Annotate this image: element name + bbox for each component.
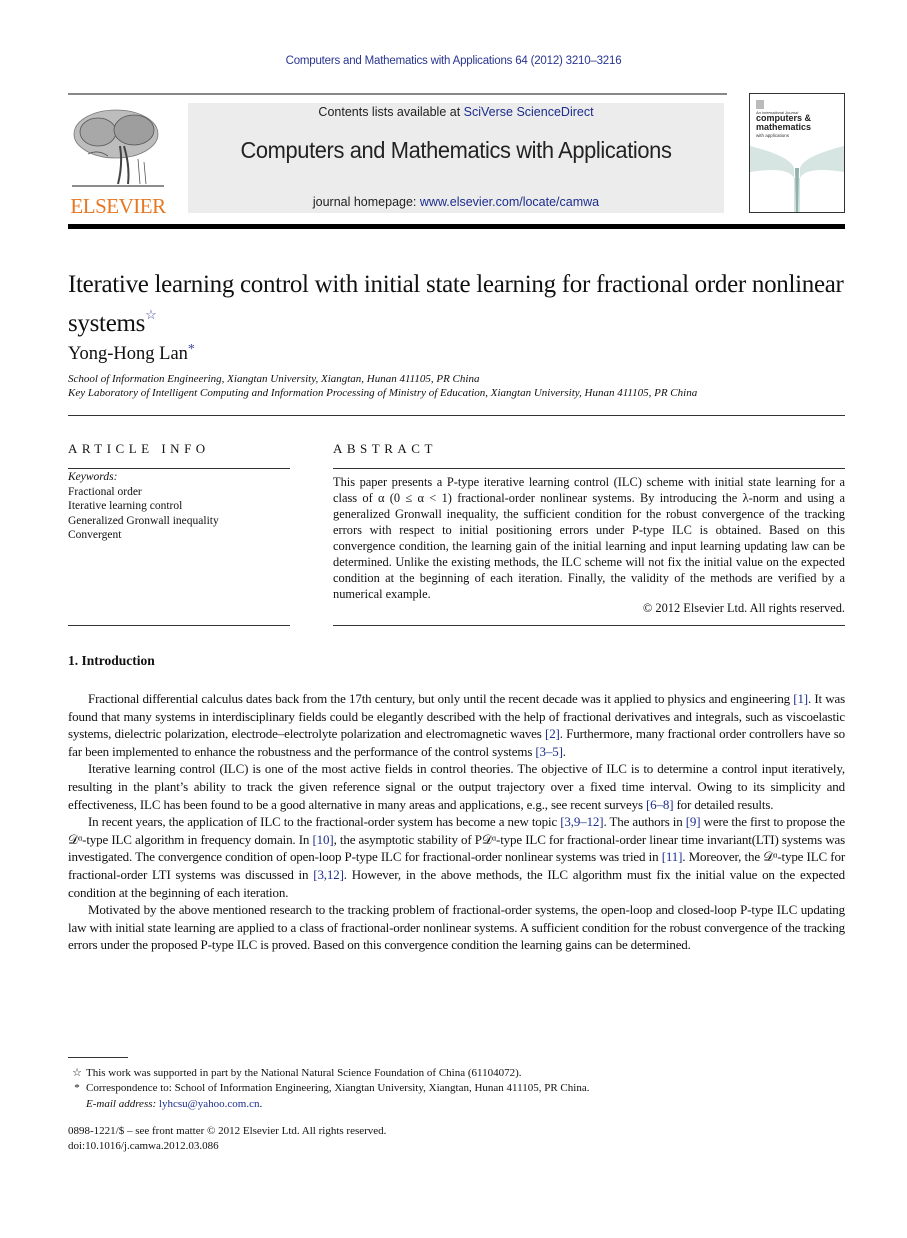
elsevier-tree-icon	[72, 109, 164, 187]
keywords-label: Keywords:	[68, 471, 118, 483]
citation-link[interactable]: [2]	[545, 726, 560, 741]
keyword: Fractional order	[68, 485, 142, 498]
doi-link[interactable]: doi:10.1016/j.camwa.2012.03.086	[68, 1140, 219, 1152]
citation-link[interactable]: [3,9–12]	[560, 814, 603, 829]
author-footnote-mark[interactable]: *	[188, 342, 195, 357]
cover-artwork-icon	[750, 146, 844, 212]
author-name[interactable]: Yong-Hong Lan	[68, 344, 188, 364]
article-info-bottom-rule	[68, 625, 290, 626]
header-bottom-rule	[68, 224, 845, 229]
article-info-rule	[68, 468, 290, 469]
journal-banner: Contents lists available at SciVerse Sci…	[188, 103, 724, 213]
paragraph-text: for detailed results.	[673, 796, 774, 812]
abstract-rule	[333, 468, 845, 469]
citation-link[interactable]: [11]	[662, 849, 683, 864]
journal-cover-thumbnail[interactable]: An International Journal computers & mat…	[749, 93, 845, 213]
abstract-copyright: © 2012 Elsevier Ltd. All rights reserved…	[642, 601, 845, 615]
issn-line: 0898-1221/$ – see front matter © 2012 El…	[68, 1125, 387, 1137]
email-label: E-mail address:	[86, 1098, 159, 1110]
paragraph-text: .	[562, 743, 566, 759]
contents-availability: Contents lists available at SciVerse Sci…	[188, 105, 724, 119]
footnote-rule	[68, 1057, 128, 1058]
citation-link[interactable]: [10]	[313, 832, 334, 847]
citation-link[interactable]: [1]	[793, 691, 808, 706]
elsevier-wordmark: ELSEVIER	[70, 194, 166, 218]
section-heading-introduction: 1. Introduction	[68, 653, 155, 668]
footnote-text: Correspondence to: School of Information…	[86, 1082, 590, 1094]
keyword: Convergent	[68, 529, 122, 541]
keywords-block: Keywords: Fractional order Iterative lea…	[68, 470, 219, 543]
cover-title-line2: mathematics	[756, 122, 812, 132]
paragraph: In recent years, the application of ILC …	[68, 813, 845, 901]
abstract-text: This paper presents a P-type iterative l…	[333, 475, 845, 601]
paragraph: Fractional differential calculus dates b…	[68, 690, 845, 760]
journal-reference[interactable]: Computers and Mathematics with Applicati…	[0, 55, 907, 67]
paragraph-text: Fractional differential calculus dates b…	[88, 691, 794, 706]
contents-prefix: Contents lists available at	[318, 105, 464, 119]
title-footnote-mark[interactable]: ☆	[145, 307, 157, 322]
citation-link[interactable]: [3,12]	[313, 867, 344, 882]
abstract-heading: ABSTRACT	[333, 441, 437, 456]
paragraph-text: In recent years, the application of ILC …	[88, 814, 561, 830]
footnote-mark: ☆	[72, 1067, 82, 1079]
paragraph-text: Motivated by the above mentioned researc…	[68, 902, 845, 953]
header-top-rule	[68, 93, 727, 95]
citation-link[interactable]: [6–8]	[646, 797, 674, 812]
article-title: Iterative learning control with initial …	[68, 270, 848, 339]
divider	[68, 415, 845, 416]
introduction-body: Fractional differential calculus dates b…	[68, 690, 845, 954]
affiliation-1: School of Information Engineering, Xiang…	[68, 373, 480, 385]
keyword: Iterative learning control	[68, 500, 183, 512]
paragraph: Motivated by the above mentioned researc…	[68, 901, 845, 954]
author: Yong-Hong Lan*	[68, 342, 195, 365]
homepage-link[interactable]: www.elsevier.com/locate/camwa	[420, 195, 599, 209]
journal-homepage: journal homepage: www.elsevier.com/locat…	[188, 195, 724, 209]
journal-title: Computers and Mathematics with Applicati…	[240, 137, 672, 163]
citation-link[interactable]: [9]	[686, 814, 701, 829]
email-suffix: .	[259, 1098, 263, 1110]
article-title-text: Iterative learning control with initial …	[68, 271, 844, 337]
footnote-correspondence: * Correspondence to: School of Informatio…	[68, 1082, 589, 1094]
footnote-funding: ☆ This work was supported in part by the …	[68, 1066, 522, 1079]
footnote-mark: *	[74, 1082, 80, 1094]
article-info-heading: ARTICLE INFO	[68, 441, 210, 456]
cover-publisher-icon	[756, 100, 764, 109]
paragraph-text: . The authors in	[603, 814, 686, 830]
sciencedirect-link[interactable]: SciVerse ScienceDirect	[464, 105, 594, 119]
footnote-email: E-mail address: lyhcsu@yahoo.com.cn.	[68, 1098, 262, 1110]
abstract-bottom-rule	[333, 625, 845, 626]
homepage-prefix: journal homepage:	[312, 195, 420, 209]
elsevier-logo[interactable]: ELSEVIER	[68, 104, 168, 218]
citation-link[interactable]: [3–5]	[535, 744, 563, 759]
footnote-text: This work was supported in part by the N…	[86, 1067, 522, 1079]
affiliation-2: Key Laboratory of Intelligent Computing …	[68, 387, 698, 399]
email-link[interactable]: lyhcsu@yahoo.com.cn	[159, 1098, 260, 1110]
paragraph: Iterative learning control (ILC) is one …	[68, 760, 845, 813]
keyword: Generalized Gronwall inequality	[68, 514, 219, 527]
